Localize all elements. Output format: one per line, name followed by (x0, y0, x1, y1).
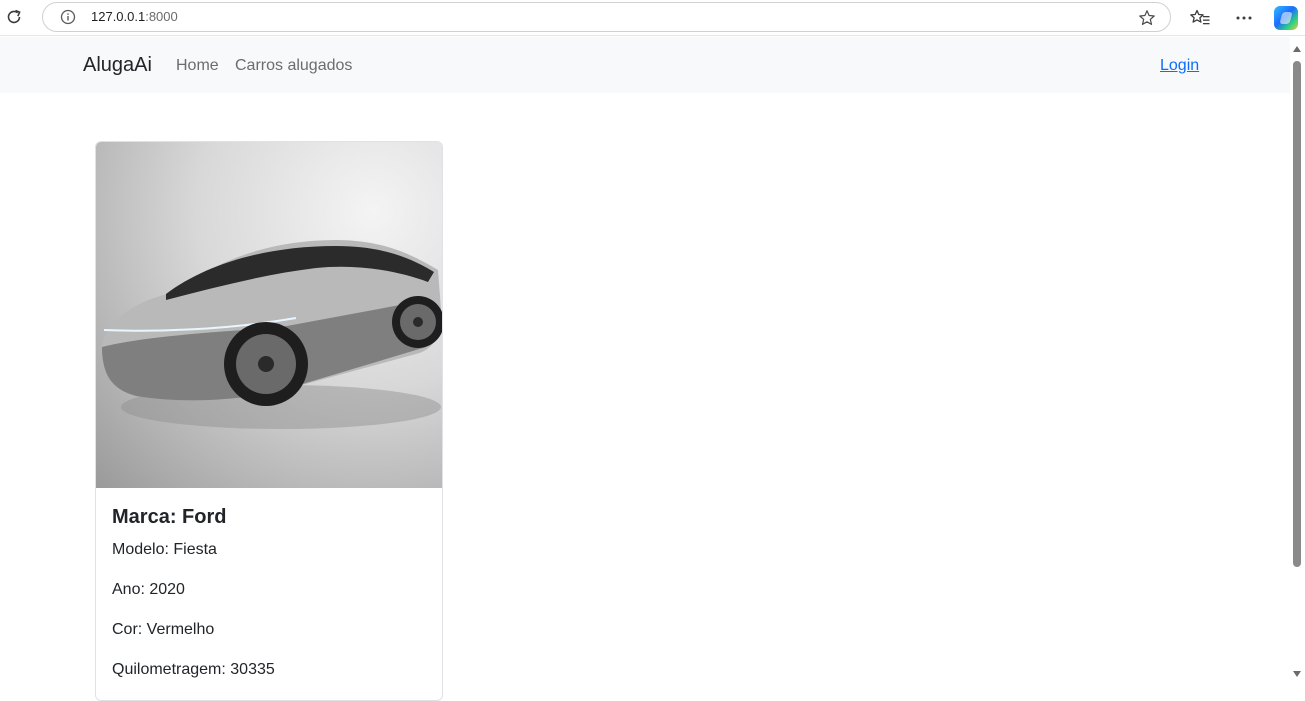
site-navbar: AlugaAi Home Carros alugados Login (0, 37, 1290, 93)
url-port: :8000 (145, 9, 178, 24)
page-scrollbar[interactable] (1290, 37, 1305, 683)
brand-logo[interactable]: AlugaAi (83, 54, 152, 77)
url-host: 127.0.0.1 (91, 9, 146, 24)
car-brand: Marca: Ford (112, 506, 227, 528)
car-model: Modelo: Fiesta (112, 541, 217, 558)
star-icon[interactable] (1138, 9, 1156, 27)
scroll-up-icon[interactable] (1293, 46, 1301, 52)
nav-link-home[interactable]: Home (176, 57, 219, 75)
nav-link-rented-cars[interactable]: Carros alugados (235, 57, 352, 75)
browser-toolbar: 127.0.0.1:8000 (0, 0, 1305, 36)
favorites-icon[interactable] (1188, 6, 1212, 30)
car-year: Ano: 2020 (112, 581, 185, 598)
copilot-icon[interactable] (1274, 6, 1298, 30)
scroll-down-icon[interactable] (1293, 671, 1301, 677)
url-text: 127.0.0.1:8000 (91, 9, 178, 24)
car-color: Cor: Vermelho (112, 621, 215, 638)
login-link[interactable]: Login (1160, 57, 1199, 75)
address-bar[interactable]: 127.0.0.1:8000 (42, 2, 1171, 32)
car-image (96, 142, 442, 488)
car-card: Marca: Ford Modelo: Fiesta Ano: 2020 Cor… (95, 141, 443, 701)
info-icon[interactable] (60, 9, 76, 25)
more-icon[interactable] (1232, 6, 1256, 30)
car-mileage: Quilometragem: 30335 (112, 661, 275, 678)
reload-icon[interactable] (4, 7, 24, 27)
scroll-thumb[interactable] (1293, 61, 1301, 567)
